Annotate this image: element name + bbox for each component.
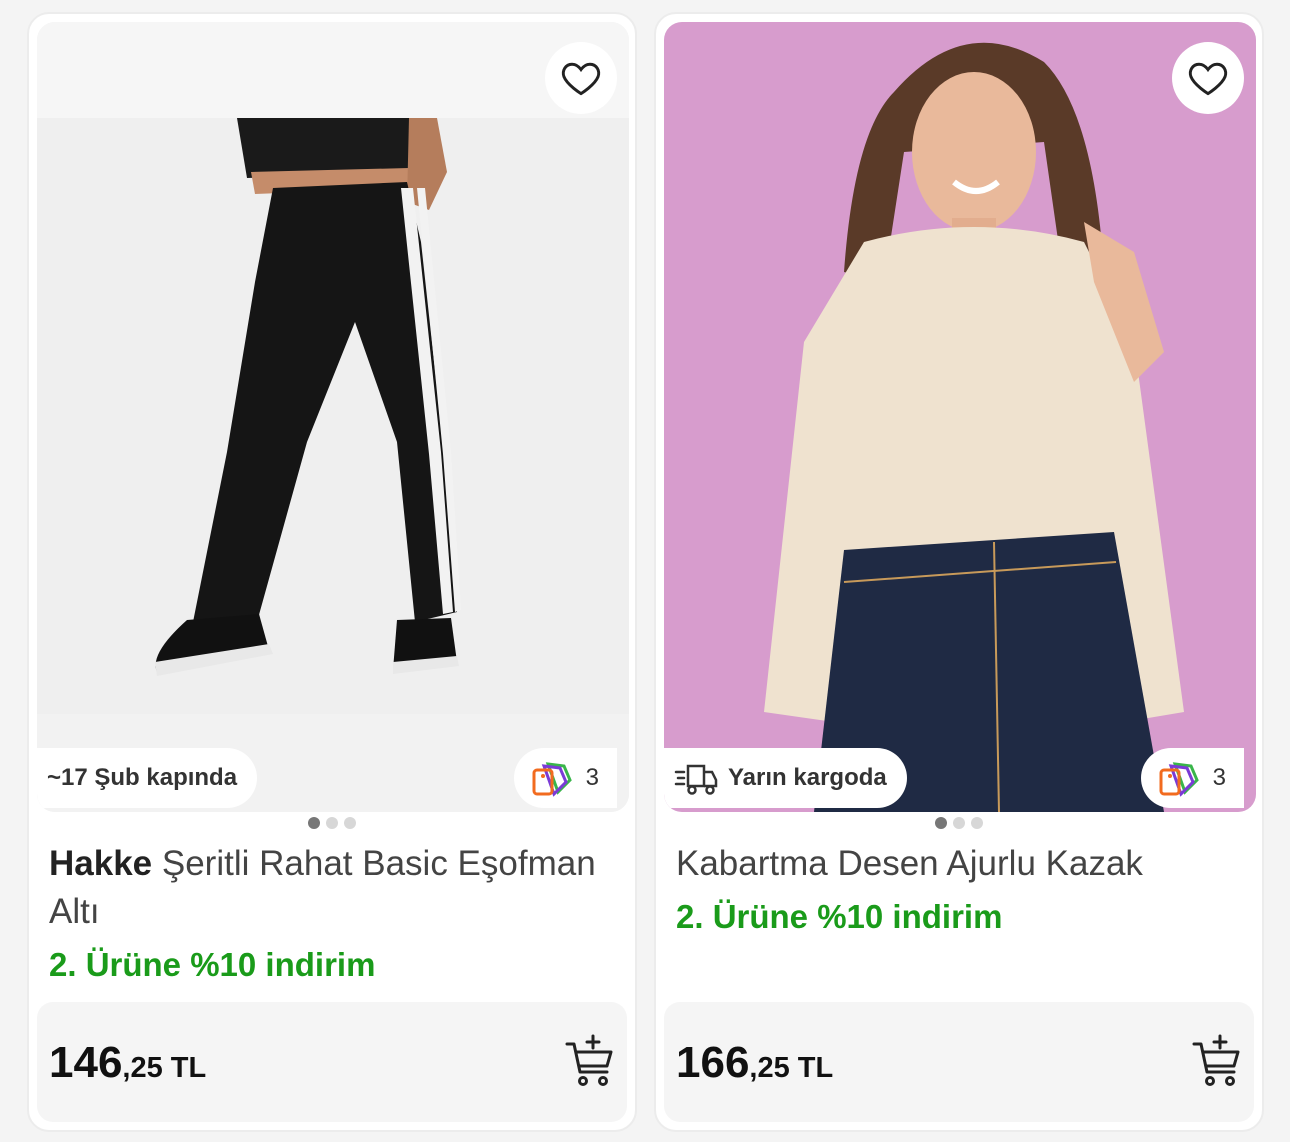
product-title[interactable]: Kabartma Desen Ajurlu Kazak [676,840,1244,888]
favorite-button[interactable] [1172,42,1244,114]
price-bar: 146,25 TL [37,1002,627,1122]
carousel-dot[interactable] [971,817,983,829]
heart-icon [1188,62,1228,96]
carousel-dot-active[interactable] [935,817,947,829]
product-name: Kabartma Desen Ajurlu Kazak [676,844,1143,883]
promotions-badge[interactable]: 3 [513,748,617,808]
delivery-badge: Yarın kargoda [664,748,907,808]
price-bar: 166,25 TL [664,1002,1254,1122]
fast-delivery-truck-icon [674,764,718,795]
price-decimal: ,25 TL [749,1052,834,1084]
price-tags-icon [532,762,572,797]
promotions-count: 3 [585,764,599,791]
price-integer: 166 [676,1038,750,1087]
campaign-offer: 2. Ürüne %10 indirim [676,898,1003,935]
product-price: 166,25 TL [676,1038,833,1088]
product-image-carousel[interactable]: Yarın kargoda 3 [664,22,1256,812]
price-decimal: ,25 TL [122,1052,207,1084]
product-brand: Hakke [49,844,153,883]
add-to-cart-icon[interactable] [1192,1034,1242,1088]
product-grid: ~17 Şub kapında 3 Hakke Şeritli Rahat Ba… [0,0,1290,1142]
carousel-dots [29,817,635,829]
delivery-text: Yarın kargoda [728,764,887,791]
product-price: 146,25 TL [49,1038,206,1088]
product-image-carousel[interactable]: ~17 Şub kapında 3 [37,22,629,812]
delivery-badge: ~17 Şub kapında [37,748,258,808]
carousel-dot[interactable] [344,817,356,829]
product-title[interactable]: Hakke Şeritli Rahat Basic Eşofman Altı [49,840,617,936]
promotions-count: 3 [1212,764,1226,791]
price-tags-icon [1159,762,1199,797]
carousel-dots [656,817,1262,829]
carousel-dot[interactable] [953,817,965,829]
price-integer: 146 [49,1038,123,1087]
heart-icon [561,62,601,96]
favorite-button[interactable] [545,42,617,114]
product-card[interactable]: Yarın kargoda 3 Kabartma Desen Ajurlu Ka… [654,12,1264,1132]
product-card[interactable]: ~17 Şub kapında 3 Hakke Şeritli Rahat Ba… [27,12,637,1132]
promotions-badge[interactable]: 3 [1140,748,1244,808]
campaign-offer: 2. Ürüne %10 indirim [49,946,376,983]
delivery-text: ~17 Şub kapında [47,764,238,791]
add-to-cart-icon[interactable] [565,1034,615,1088]
carousel-dot-active[interactable] [308,817,320,829]
product-photo [664,22,1256,812]
carousel-dot[interactable] [326,817,338,829]
product-photo [37,22,629,812]
